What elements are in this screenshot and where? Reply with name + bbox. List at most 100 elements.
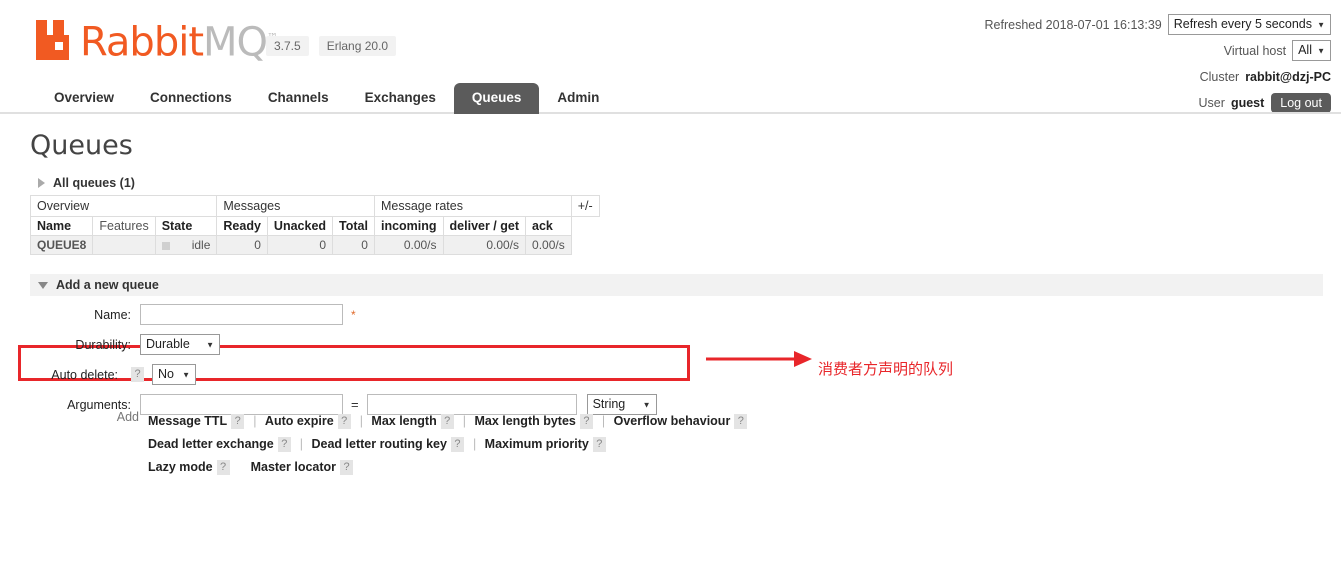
dead-letter-routing-key-help-icon[interactable]: ? — [450, 437, 464, 453]
rabbitmq-management-page: RabbitMQ™ 3.7.5 Erlang 20.0 Refreshed 20… — [0, 0, 1341, 582]
preset-max-length[interactable]: Max length — [371, 414, 436, 428]
form-row-auto-delete: Auto delete: ? No ▼ — [30, 364, 930, 385]
tab-connections[interactable]: Connections — [132, 83, 250, 114]
tab-overview[interactable]: Overview — [36, 83, 132, 114]
add-word-label: Add — [116, 410, 139, 424]
preset-dead-letter-routing-key[interactable]: Dead letter routing key — [311, 437, 446, 451]
column-header-unacked[interactable]: Unacked — [266, 216, 334, 236]
master-locator-help-icon[interactable]: ? — [340, 460, 354, 476]
auto-delete-help-icon[interactable]: ? — [131, 367, 144, 382]
max-length-help-icon[interactable]: ? — [440, 414, 454, 430]
state-text: idle — [191, 238, 211, 252]
auto-expire-help-icon[interactable]: ? — [337, 414, 351, 430]
cell-ready: 0 — [216, 235, 268, 255]
erlang-version-badge: Erlang 20.0 — [318, 36, 397, 56]
cell-total: 0 — [332, 235, 375, 255]
vhost-select[interactable]: All ▼ — [1292, 40, 1331, 61]
queues-table: Overview Messages Message rates +/- Name… — [29, 195, 600, 255]
version-badges: 3.7.5 Erlang 20.0 — [266, 36, 397, 56]
all-queues-expander[interactable]: All queues (1) — [38, 176, 135, 190]
chevron-down-icon: ▼ — [182, 370, 190, 379]
queue-name-input[interactable] — [140, 304, 343, 325]
column-header-ready[interactable]: Ready — [216, 216, 268, 236]
maximum-priority-help-icon[interactable]: ? — [592, 437, 606, 453]
argument-presets: Add Message TTL? | Auto expire? | Max leng… — [30, 410, 751, 479]
cell-queue-name[interactable]: QUEUE8 — [29, 235, 94, 255]
preset-auto-expire[interactable]: Auto expire — [265, 414, 334, 428]
table-column-header-row: Name Features State Ready Unacked Total … — [29, 216, 600, 236]
column-header-features[interactable]: Features — [92, 216, 156, 236]
all-queues-label: All queues (1) — [53, 176, 135, 190]
column-header-incoming[interactable]: incoming — [373, 216, 444, 236]
refresh-interval-select[interactable]: Refresh every 5 seconds ▼ — [1167, 14, 1331, 35]
preset-dead-letter-exchange[interactable]: Dead letter exchange — [148, 437, 274, 451]
column-toggle-button[interactable]: +/- — [570, 195, 600, 217]
tab-queues[interactable]: Queues — [453, 83, 540, 114]
overflow-behaviour-help-icon[interactable]: ? — [734, 414, 748, 430]
rabbitmq-logo-icon — [36, 18, 76, 62]
main-navigation: Overview Connections Channels Exchanges … — [0, 78, 1341, 114]
chevron-down-icon — [38, 281, 48, 289]
preset-row-1: Message TTL? | Auto expire? | Max length? |… — [148, 410, 751, 433]
table-row[interactable]: QUEUE8 idle 0 0 0 0.00/s 0.00/s 0.00/s — [29, 235, 600, 255]
group-header-messages: Messages — [216, 195, 375, 217]
max-length-bytes-help-icon[interactable]: ? — [579, 414, 593, 430]
cell-incoming: 0.00/s — [373, 235, 444, 255]
server-version-badge: 3.7.5 — [266, 36, 309, 56]
rabbitmq-logo[interactable]: RabbitMQ™ — [36, 18, 278, 66]
preset-message-ttl[interactable]: Message TTL — [148, 414, 227, 428]
logo-wordmark: RabbitMQ™ — [80, 18, 278, 66]
vhost-value: All — [1298, 43, 1312, 57]
name-label: Name: — [94, 307, 131, 322]
chevron-down-icon: ▼ — [1317, 20, 1325, 29]
auto-delete-select[interactable]: No ▼ — [152, 364, 196, 385]
auto-delete-label: Auto delete: — [51, 367, 118, 382]
tab-exchanges[interactable]: Exchanges — [347, 83, 454, 114]
tab-channels[interactable]: Channels — [250, 83, 347, 114]
dead-letter-exchange-help-icon[interactable]: ? — [277, 437, 291, 453]
chevron-right-icon — [38, 178, 45, 188]
form-row-durability: Durability: Durable ▼ — [30, 334, 930, 355]
refreshed-timestamp: Refreshed 2018-07-01 16:13:39 — [984, 17, 1162, 32]
preset-max-length-bytes[interactable]: Max length bytes — [474, 414, 575, 428]
page-header: RabbitMQ™ 3.7.5 Erlang 20.0 Refreshed 20… — [0, 0, 1341, 113]
cell-ack: 0.00/s — [525, 235, 572, 255]
page-title: Queues — [30, 130, 133, 161]
add-queue-section-toggle[interactable]: Add a new queue — [30, 274, 1323, 296]
logo-text-mq: MQ — [203, 19, 268, 66]
nav-tabs: Overview Connections Channels Exchanges … — [36, 78, 617, 114]
durability-value: Durable — [146, 337, 190, 351]
cell-features — [92, 235, 156, 255]
preset-overflow-behaviour[interactable]: Overflow behaviour — [614, 414, 731, 428]
argument-type-value: String — [592, 397, 626, 411]
state-indicator-icon — [161, 241, 170, 250]
column-header-name[interactable]: Name — [29, 216, 94, 236]
tab-admin[interactable]: Admin — [539, 83, 617, 114]
logo-text-rabbit: Rabbit — [80, 19, 204, 66]
preset-row-3: Lazy mode? Master locator? — [148, 456, 751, 479]
refresh-interval-value: Refresh every 5 seconds — [1173, 17, 1312, 31]
cell-deliver-get: 0.00/s — [442, 235, 527, 255]
chevron-down-icon: ▼ — [1317, 46, 1325, 55]
lazy-mode-help-icon[interactable]: ? — [216, 460, 230, 476]
preset-master-locator[interactable]: Master locator — [251, 460, 336, 474]
preset-row-2: Dead letter exchange? | Dead letter routi… — [148, 433, 751, 456]
preset-maximum-priority[interactable]: Maximum priority — [485, 437, 589, 451]
message-ttl-help-icon[interactable]: ? — [231, 414, 245, 430]
column-header-state[interactable]: State — [154, 216, 218, 236]
refresh-row: Refreshed 2018-07-01 16:13:39 Refresh ev… — [985, 14, 1331, 35]
add-queue-form: Name: * Durability: Durable ▼ Auto delete… — [30, 304, 930, 424]
table-group-header-row: Overview Messages Message rates +/- — [29, 195, 600, 217]
vhost-row: Virtual host All ▼ — [985, 40, 1331, 61]
preset-lazy-mode[interactable]: Lazy mode — [148, 460, 213, 474]
column-header-ack[interactable]: ack — [525, 216, 572, 236]
column-header-total[interactable]: Total — [332, 216, 375, 236]
auto-delete-value: No — [158, 367, 174, 381]
column-header-deliver-get[interactable]: deliver / get — [442, 216, 527, 236]
form-row-name: Name: * — [30, 304, 930, 325]
cell-state: idle — [154, 235, 218, 255]
durability-select[interactable]: Durable ▼ — [140, 334, 220, 355]
add-queue-section-title: Add a new queue — [56, 278, 159, 292]
group-header-overview: Overview — [29, 195, 218, 217]
required-marker: * — [351, 307, 356, 322]
